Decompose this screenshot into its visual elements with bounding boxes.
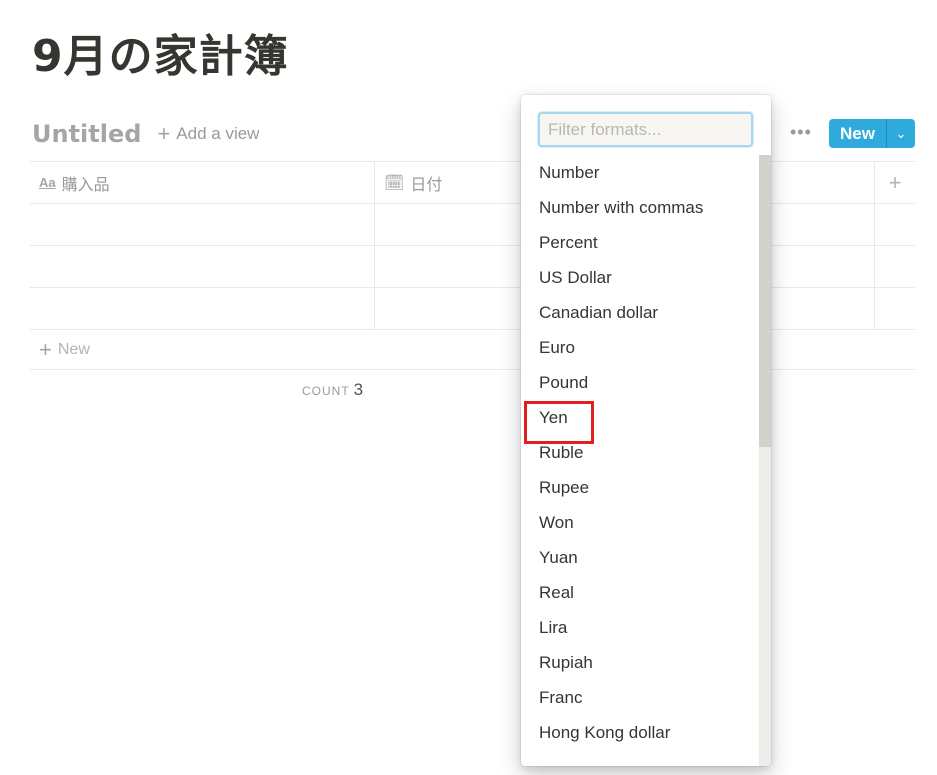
table-cell[interactable] <box>30 288 375 329</box>
format-option-us-dollar[interactable]: US Dollar <box>521 260 759 295</box>
format-option-rupiah[interactable]: Rupiah <box>521 645 759 680</box>
table-row[interactable] <box>30 203 915 245</box>
format-option-euro[interactable]: Euro <box>521 330 759 365</box>
column-header-purchase[interactable]: Aa 購入品 <box>30 162 375 203</box>
format-list: Number Number with commas Percent US Dollar… <box>521 155 759 751</box>
format-option-yen[interactable]: Yen <box>521 400 759 444</box>
database-table: Aa 購入品 🗓 日付 + + New <box>30 161 915 370</box>
table-row[interactable] <box>30 245 915 287</box>
format-option-won[interactable]: Won <box>521 505 759 540</box>
scrollbar-thumb[interactable] <box>759 155 771 447</box>
table-cell[interactable] <box>30 246 375 287</box>
table-cell <box>875 204 915 245</box>
plus-icon: + <box>39 336 52 362</box>
format-option-number[interactable]: Number <box>521 155 759 190</box>
chevron-down-icon[interactable]: ⌄ <box>886 119 915 148</box>
table-header: Aa 購入品 🗓 日付 + <box>30 161 915 203</box>
format-option-lira[interactable]: Lira <box>521 610 759 645</box>
number-format-dropdown: NumberNumber with commasPercentUS Dollar… <box>521 95 771 766</box>
title-aa-icon: Aa <box>39 175 56 190</box>
format-option-canadian-dollar[interactable]: Canadian dollar <box>521 295 759 330</box>
new-button[interactable]: New <box>829 119 886 148</box>
format-option-franc[interactable]: Franc <box>521 680 759 715</box>
view-name[interactable]: Untitled <box>32 120 141 148</box>
format-option-percent[interactable]: Percent <box>521 225 759 260</box>
page-title: 9月の家計簿 <box>32 31 289 82</box>
table-cell[interactable] <box>30 204 375 245</box>
filter-formats-input[interactable] <box>538 112 753 147</box>
format-option-number-with-commas[interactable]: Number with commas <box>521 190 759 225</box>
table-cell <box>875 246 915 287</box>
format-option-real[interactable]: Real <box>521 575 759 610</box>
more-options-icon[interactable]: ••• <box>790 122 812 143</box>
format-option-yuan[interactable]: Yuan <box>521 540 759 575</box>
format-option-ruble[interactable]: Ruble <box>521 435 759 470</box>
view-bar: Untitled + Add a view <box>32 118 259 150</box>
count-summary[interactable]: COUNT 3 <box>302 380 363 400</box>
calendar-icon: 🗓 <box>384 174 405 192</box>
plus-icon: + <box>157 121 171 146</box>
table-cell <box>875 288 915 329</box>
add-view-button[interactable]: + Add a view <box>157 121 259 147</box>
new-button-group: New ⌄ <box>829 119 915 148</box>
format-option-hong-kong-dollar[interactable]: Hong Kong dollar <box>521 715 759 750</box>
table-row[interactable] <box>30 287 915 329</box>
format-option-rupee[interactable]: Rupee <box>521 470 759 505</box>
format-option-pound[interactable]: Pound <box>521 365 759 400</box>
add-column-button[interactable]: + <box>875 162 915 203</box>
new-row-button[interactable]: + New <box>30 329 915 370</box>
